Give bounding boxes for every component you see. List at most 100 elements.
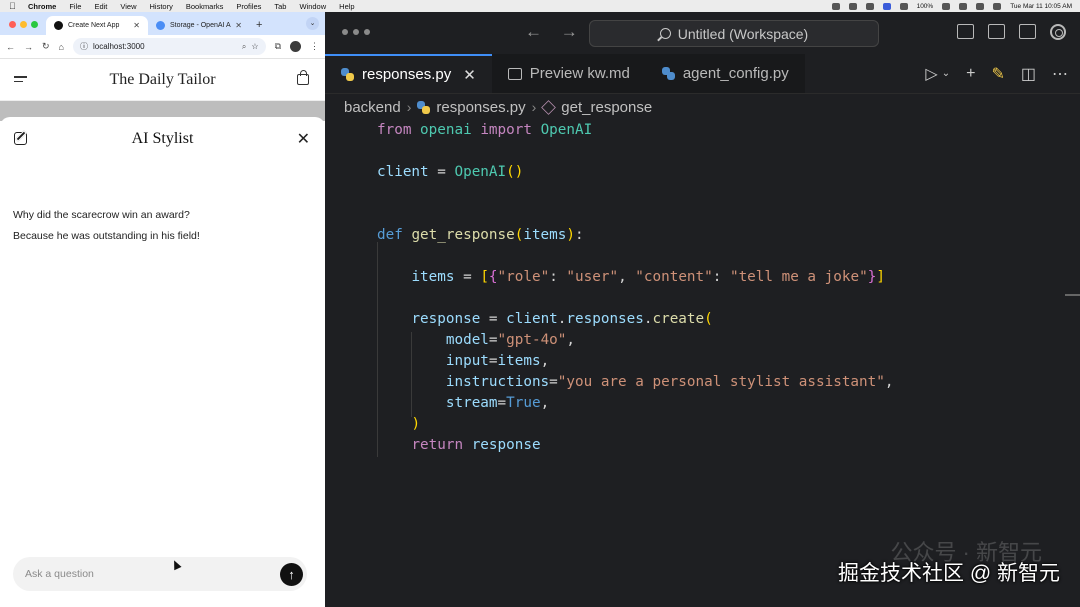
chrome-menu-icon[interactable]: ⋮: [310, 41, 319, 52]
back-arrow-icon[interactable]: ←: [6, 42, 15, 52]
apple-menu-icon[interactable]: : [9, 1, 19, 11]
zoom-icon[interactable]: ⌕: [242, 42, 246, 52]
go-back-arrow-icon[interactable]: ←: [525, 22, 542, 41]
code-line[interactable]: stream=True,: [377, 395, 549, 411]
ai-stylist-title: AI Stylist: [131, 130, 194, 147]
menu-bookmarks[interactable]: Bookmarks: [186, 2, 224, 11]
new-chat-edit-icon[interactable]: [14, 132, 27, 145]
python-icon: [341, 68, 354, 81]
close-tab-icon[interactable]: ✕: [133, 21, 140, 30]
menu-help[interactable]: Help: [339, 2, 354, 11]
bookmark-star-icon[interactable]: ☆: [251, 42, 258, 51]
menu-app-chrome[interactable]: Chrome: [28, 2, 56, 11]
control-center-icon[interactable]: [993, 2, 1002, 10]
command-center[interactable]: Untitled (Workspace): [589, 20, 879, 47]
scrollbar[interactable]: [1065, 294, 1080, 296]
zoom-window-button[interactable]: [31, 21, 38, 28]
hamburger-menu-icon[interactable]: [14, 76, 27, 85]
wifi-icon[interactable]: [959, 2, 968, 10]
tab-search-chevron-icon[interactable]: ⌄: [306, 17, 319, 30]
code-line[interactable]: model="gpt-4o",: [377, 332, 575, 348]
ai-stylist-panel: AI Stylist ✕ Why did the scarecrow win a…: [0, 117, 325, 607]
chevron-right-icon: ›: [531, 99, 537, 115]
close-tab-icon[interactable]: ✕: [235, 21, 242, 30]
python-icon: [661, 67, 675, 80]
reload-icon[interactable]: ↻: [42, 41, 50, 52]
battery-icon[interactable]: [942, 2, 951, 10]
battery-text: 100%: [916, 2, 934, 10]
screen-mirroring-icon[interactable]: [882, 2, 891, 10]
breadcrumb-symbol[interactable]: get_response: [561, 99, 652, 116]
window-traffic-lights: [9, 21, 38, 28]
code-line[interactable]: from openai import OpenAI: [377, 122, 592, 138]
close-window-button[interactable]: [9, 21, 16, 28]
forward-arrow-icon[interactable]: →: [24, 42, 33, 52]
run-dropdown-chevron-icon[interactable]: ⌄: [942, 68, 950, 79]
menubar-status-area: 100% Tue Mar 11 10:05 AM: [831, 2, 1072, 10]
more-actions-icon[interactable]: ⋯: [1052, 64, 1068, 84]
menu-file[interactable]: File: [69, 2, 81, 11]
editor-actions: ▷ ⌄ + ✎ ◫ ⋯: [925, 54, 1080, 93]
code-line[interactable]: input=items,: [377, 353, 549, 369]
menu-history[interactable]: History: [150, 2, 173, 11]
python-icon: [417, 100, 431, 114]
menu-profiles[interactable]: Profiles: [236, 2, 261, 11]
menu-tab[interactable]: Tab: [274, 2, 286, 11]
code-line[interactable]: def get_response(items):: [377, 227, 584, 243]
ask-question-input[interactable]: [25, 568, 280, 580]
highlight-brush-icon[interactable]: ✎: [991, 64, 1004, 84]
close-panel-icon[interactable]: ✕: [297, 129, 310, 149]
menu-view[interactable]: View: [120, 2, 136, 11]
go-forward-arrow-icon[interactable]: →: [561, 22, 578, 41]
menubar-clock[interactable]: Tue Mar 11 10:05 AM: [1010, 3, 1072, 10]
settings-gear-icon[interactable]: [1050, 24, 1066, 40]
tab-responses-py[interactable]: responses.py ✕: [325, 54, 492, 93]
site-info-icon[interactable]: ⓘ: [80, 41, 88, 52]
menu-window[interactable]: Window: [299, 2, 326, 11]
split-editor-icon[interactable]: ◫: [1021, 64, 1036, 84]
code-line[interactable]: return response: [377, 437, 540, 453]
tab-preview-kw-md[interactable]: Preview kw.md: [491, 54, 646, 93]
run-play-icon[interactable]: ▷: [925, 64, 937, 84]
code-line[interactable]: client = OpenAI(): [377, 164, 523, 180]
code-line[interactable]: items = [{"role": "user", "content": "te…: [377, 269, 884, 285]
toggle-primary-sidebar-icon[interactable]: [957, 24, 974, 39]
vscode-titlebar: ← → Untitled (Workspace): [325, 12, 1080, 54]
window-controls-icon[interactable]: [342, 29, 370, 35]
send-arrow-up-icon[interactable]: ↑: [280, 562, 303, 586]
new-plus-icon[interactable]: +: [966, 65, 975, 83]
chrome-window: Create Next App ✕ Storage - OpenAI A ✕ +…: [0, 12, 325, 607]
code-line[interactable]: ): [377, 416, 420, 432]
profile-avatar[interactable]: [290, 41, 301, 52]
cloud-icon[interactable]: [848, 2, 857, 10]
toggle-secondary-sidebar-icon[interactable]: [1019, 24, 1036, 39]
breadcrumb-folder[interactable]: backend: [344, 99, 401, 116]
docker-icon[interactable]: [831, 2, 840, 10]
new-tab-icon[interactable]: +: [256, 19, 262, 31]
shopping-bag-icon[interactable]: [297, 70, 309, 85]
chrome-tab-create-next-app[interactable]: Create Next App ✕: [46, 16, 148, 35]
minimize-window-button[interactable]: [20, 21, 27, 28]
chrome-tabstrip: Create Next App ✕ Storage - OpenAI A ✕ +…: [0, 12, 325, 35]
extensions-puzzle-icon[interactable]: ⧉: [275, 41, 281, 52]
record-icon[interactable]: [899, 2, 908, 10]
moon-icon[interactable]: [865, 2, 874, 10]
close-tab-icon[interactable]: ✕: [463, 66, 476, 84]
chrome-toolbar: ← → ↻ ⌂ ⓘ localhost:3000 ⌕ ☆ ⧉ ⋮: [0, 35, 325, 59]
workspace-name: Untitled (Workspace): [677, 25, 809, 42]
toggle-panel-icon[interactable]: [988, 24, 1005, 39]
spotlight-icon[interactable]: [976, 2, 985, 10]
chrome-tab-title: Create Next App: [68, 22, 120, 29]
openai-favicon-icon: [156, 21, 165, 30]
site-brand-title[interactable]: The Daily Tailor: [109, 71, 215, 89]
chevron-right-icon: ›: [406, 99, 412, 115]
code-line[interactable]: response = client.responses.create(: [377, 311, 712, 327]
code-line[interactable]: instructions="you are a personal stylist…: [377, 374, 894, 390]
chrome-tab-storage-openai[interactable]: Storage - OpenAI A ✕: [148, 16, 250, 35]
home-icon[interactable]: ⌂: [59, 42, 64, 52]
breadcrumb-file[interactable]: responses.py: [436, 99, 525, 116]
address-bar[interactable]: ⓘ localhost:3000 ⌕ ☆: [72, 38, 266, 55]
menu-edit[interactable]: Edit: [94, 2, 107, 11]
tab-agent-config-py[interactable]: agent_config.py: [645, 54, 805, 93]
ask-question-bar: ↑: [13, 557, 307, 591]
